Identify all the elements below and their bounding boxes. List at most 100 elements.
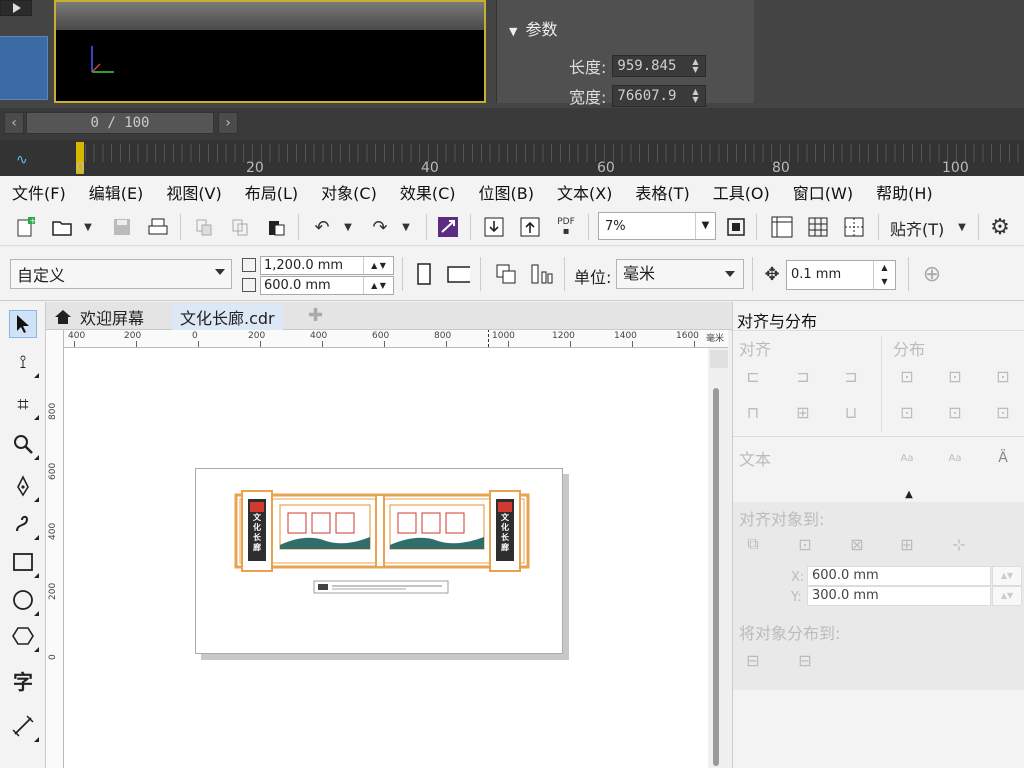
distribute-to-selection-icon[interactable]: ⊟ bbox=[741, 648, 765, 672]
text-bounding-box-icon[interactable]: Ä bbox=[991, 446, 1015, 470]
menu-bitmaps[interactable]: 位图(B) bbox=[479, 180, 534, 204]
copy-icon[interactable] bbox=[228, 215, 252, 239]
freehand-tool-icon[interactable] bbox=[9, 472, 39, 502]
full-screen-preview-icon[interactable] bbox=[724, 215, 748, 239]
artistic-media-tool-icon[interactable] bbox=[9, 510, 39, 540]
nudge-spinner[interactable]: ▲ ▼ bbox=[873, 261, 895, 289]
width-spinner[interactable]: ▲ ▼ bbox=[692, 88, 698, 104]
vertical-ruler[interactable]: 800 600 400 200 0 bbox=[46, 330, 64, 768]
rectangle-tool-icon[interactable] bbox=[9, 548, 39, 578]
polygon-tool-icon[interactable] bbox=[9, 622, 39, 652]
show-grid-icon[interactable] bbox=[806, 215, 830, 239]
3d-viewport[interactable] bbox=[54, 0, 486, 103]
landscape-icon[interactable] bbox=[446, 262, 470, 286]
distribute-center-icon[interactable]: ⊡ bbox=[943, 364, 967, 388]
menu-layout[interactable]: 布局(L) bbox=[245, 180, 298, 204]
align-right-icon[interactable]: ⊐ bbox=[839, 364, 863, 388]
active-objects-icon[interactable]: ⧉ bbox=[741, 532, 765, 556]
document-page[interactable]: 文化长廊 文化长廊 bbox=[195, 468, 563, 654]
redo-dropdown-icon[interactable]: ▼ bbox=[394, 215, 418, 239]
ellipse-tool-icon[interactable] bbox=[9, 586, 39, 616]
crop-tool-icon[interactable]: ⌗ bbox=[9, 390, 39, 420]
scroll-thumb[interactable] bbox=[713, 388, 719, 766]
page-height-field[interactable]: 600.0 mm ▲ ▼ bbox=[260, 276, 394, 295]
align-top-icon[interactable]: ⊓ bbox=[741, 400, 765, 424]
redo-icon[interactable]: ↷ bbox=[368, 215, 392, 239]
open-folder-icon[interactable] bbox=[50, 215, 74, 239]
menu-text[interactable]: 文本(X) bbox=[557, 180, 612, 204]
length-spinner[interactable]: ▲ ▼ bbox=[692, 58, 698, 74]
menu-window[interactable]: 窗口(W) bbox=[793, 180, 853, 204]
shape-tool-icon[interactable]: ⟟ bbox=[9, 348, 39, 378]
align-center-horizontal-icon[interactable]: ⊐ bbox=[791, 364, 815, 388]
chevron-down-icon[interactable] bbox=[725, 271, 735, 277]
text-first-line-baseline-icon[interactable]: Aa bbox=[895, 446, 919, 470]
time-slider[interactable]: 0 / 100 bbox=[26, 112, 214, 134]
open-dropdown-icon[interactable]: ▼ bbox=[76, 215, 100, 239]
menu-table[interactable]: 表格(T) bbox=[635, 180, 689, 204]
align-bottom-icon[interactable]: ⊔ bbox=[839, 400, 863, 424]
parallel-dimension-tool-icon[interactable] bbox=[9, 712, 39, 742]
snap-dropdown-icon[interactable]: ▼ bbox=[950, 215, 974, 239]
export-icon[interactable] bbox=[518, 215, 542, 239]
distribute-bottom-icon[interactable]: ⊡ bbox=[991, 400, 1015, 424]
track-bar[interactable]: ∿ 0 20 40 60 80 100 bbox=[0, 140, 1024, 176]
x-coordinate-field[interactable]: 600.0 mm ▲▼ bbox=[807, 566, 1022, 586]
undo-dropdown-icon[interactable]: ▼ bbox=[336, 215, 360, 239]
menu-help[interactable]: 帮助(H) bbox=[876, 180, 933, 204]
units-combo[interactable]: 毫米 bbox=[616, 259, 744, 289]
y-coordinate-field[interactable]: 300.0 mm ▲▼ bbox=[807, 586, 1022, 606]
height-spinner[interactable]: ▲ ▼ bbox=[363, 277, 393, 294]
current-page-icon[interactable] bbox=[530, 262, 554, 286]
width-spinner[interactable]: ▲ ▼ bbox=[363, 257, 393, 274]
distribute-right-icon[interactable]: ⊡ bbox=[991, 364, 1015, 388]
parameters-header[interactable]: ▼ 参数 bbox=[509, 16, 557, 40]
text-tool-icon[interactable]: 字 bbox=[9, 666, 37, 694]
drawing-canvas[interactable]: 文化长廊 文化长廊 bbox=[64, 348, 708, 768]
vertical-scrollbar[interactable] bbox=[708, 348, 732, 768]
distribute-top-icon[interactable]: ⊡ bbox=[895, 400, 919, 424]
print-icon[interactable] bbox=[146, 215, 170, 239]
show-rulers-icon[interactable] bbox=[770, 215, 794, 239]
horizontal-ruler[interactable]: 400 200 0 200 400 600 800 1000 1200 1400… bbox=[64, 330, 728, 348]
page-edge-icon[interactable]: ⊡ bbox=[793, 532, 817, 556]
specified-point-icon[interactable]: ⊹ bbox=[947, 532, 971, 556]
tab-welcome-screen[interactable]: 欢迎屏幕 bbox=[46, 304, 152, 330]
all-pages-icon[interactable] bbox=[494, 262, 518, 286]
tab-document[interactable]: 文化长廊.cdr bbox=[172, 304, 283, 330]
publish-pdf-icon[interactable]: PDF ▪ bbox=[554, 215, 578, 239]
import-icon[interactable] bbox=[482, 215, 506, 239]
zoom-level-combo[interactable]: 7% ▼ bbox=[598, 212, 716, 240]
distribute-left-icon[interactable]: ⊡ bbox=[895, 364, 919, 388]
align-center-vertical-icon[interactable]: ⊞ bbox=[791, 400, 815, 424]
new-tab-icon[interactable]: ✚ bbox=[308, 305, 323, 326]
distribute-to-page-icon[interactable]: ⊟ bbox=[793, 648, 817, 672]
undo-icon[interactable]: ↶ bbox=[310, 215, 334, 239]
snap-to-button[interactable]: 贴齐(T) bbox=[890, 216, 944, 240]
options-gear-icon[interactable]: ⚙ bbox=[988, 215, 1012, 240]
side-panel-button[interactable] bbox=[0, 36, 48, 100]
new-document-icon[interactable]: + bbox=[14, 215, 38, 239]
nudge-distance-field[interactable]: 0.1 mm ▲ ▼ bbox=[786, 260, 896, 290]
add-page-icon[interactable]: ⊕ bbox=[920, 262, 944, 287]
menu-edit[interactable]: 编辑(E) bbox=[89, 180, 144, 204]
chevron-down-icon[interactable]: ▼ bbox=[695, 213, 715, 239]
play-button[interactable] bbox=[0, 0, 32, 16]
prev-frame-button[interactable]: ‹ bbox=[4, 112, 24, 134]
zoom-tool-icon[interactable] bbox=[9, 430, 39, 460]
menu-tools[interactable]: 工具(O) bbox=[713, 180, 770, 204]
cut-icon[interactable] bbox=[192, 215, 216, 239]
show-guidelines-icon[interactable] bbox=[842, 215, 866, 239]
next-frame-button[interactable]: › bbox=[218, 112, 238, 134]
curve-editor-icon[interactable]: ∿ bbox=[16, 152, 28, 168]
chevron-down-icon[interactable] bbox=[215, 269, 225, 275]
menu-object[interactable]: 对象(C) bbox=[321, 180, 377, 204]
scroll-up-button[interactable] bbox=[710, 350, 728, 368]
page-center-icon[interactable]: ⊠ bbox=[845, 532, 869, 556]
portrait-icon[interactable] bbox=[412, 262, 436, 286]
save-icon[interactable] bbox=[110, 215, 134, 239]
menu-effects[interactable]: 效果(C) bbox=[400, 180, 456, 204]
paste-icon[interactable] bbox=[264, 215, 288, 239]
page-width-field[interactable]: 1,200.0 mm ▲ ▼ bbox=[260, 256, 394, 275]
culture-corridor-artwork[interactable] bbox=[196, 469, 564, 655]
